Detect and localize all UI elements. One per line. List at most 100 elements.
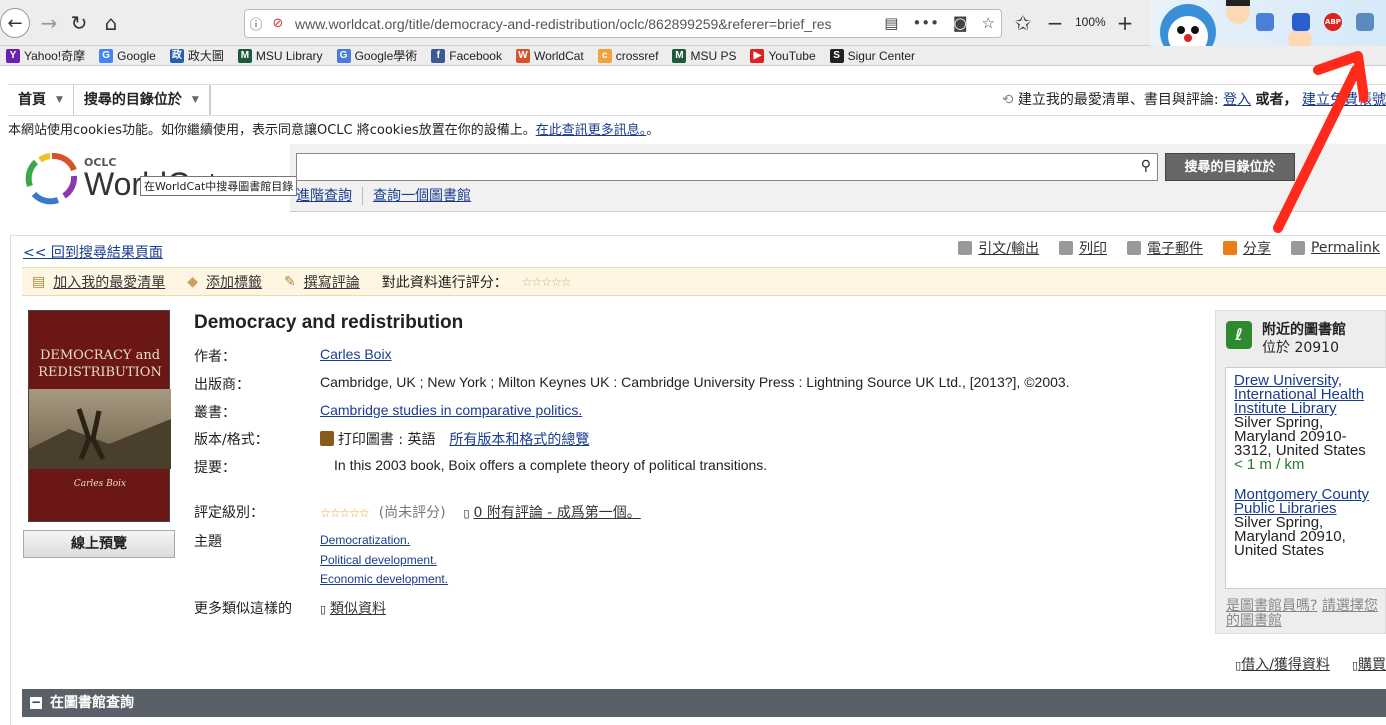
share-item[interactable]: 列印 (1058, 238, 1107, 258)
url-bar[interactable]: ⓘ ⊘ www.worldcat.org/title/democracy-and… (244, 9, 1002, 38)
search-icon[interactable]: ⚲ (1141, 158, 1151, 174)
reviews-link[interactable]: 0 附有評論 - 成爲第一個。 (473, 505, 640, 521)
info-icon[interactable]: ⓘ (245, 14, 267, 33)
rating-stars-input[interactable]: ☆☆☆☆☆ (522, 275, 572, 289)
sidebar-icon[interactable] (1356, 13, 1374, 31)
home-icon[interactable]: ⌂ (96, 8, 126, 38)
subject-link[interactable]: Democratization. (320, 533, 410, 547)
share-item[interactable]: Permalink (1290, 238, 1380, 258)
chevron-down-icon[interactable]: ▼ (56, 85, 63, 115)
add-tag[interactable]: ◆ 添加標籤 (187, 272, 262, 292)
reader-view-icon[interactable]: ▤ (884, 14, 898, 32)
borrow-item[interactable]: ▯借入/獲得資料 (1235, 654, 1330, 674)
write-review-link[interactable]: 撰寫評論 (304, 272, 360, 292)
bookmark-icon: M (672, 48, 687, 63)
edition-value: 打印圖書 : 英語 所有版本和格式的總覽 (320, 429, 589, 449)
bookmark-item[interactable]: f Facebook (431, 48, 502, 63)
similar-link[interactable]: 類似資料 (330, 601, 386, 617)
library-icon[interactable]: ✩ (1008, 8, 1038, 38)
cookie-end: 。 (646, 123, 660, 138)
find-in-library-header[interactable]: − 在圖書館查詢 (22, 689, 1386, 717)
bookmark-item[interactable]: ▶ YouTube (750, 48, 816, 63)
libraries-location: 位於 20910 (1262, 340, 1339, 356)
bookmark-item[interactable]: S Sigur Center (829, 48, 915, 63)
bookmark-label: MSU PS (690, 48, 737, 63)
preview-button[interactable]: 線上預覽 (23, 530, 175, 558)
login-link[interactable]: 登入 (1223, 92, 1251, 108)
url-text[interactable]: www.worldcat.org/title/democracy-and-red… (295, 16, 855, 32)
library-name-link[interactable]: Drew University, International Health In… (1234, 373, 1378, 416)
share-item-label[interactable]: 引文/輸出 (978, 238, 1039, 258)
extension-icon[interactable] (1292, 13, 1310, 31)
bookmark-item[interactable]: G Google (99, 48, 156, 63)
tag-icon: ◆ (187, 273, 199, 290)
reviews-icon: ▯ (463, 508, 470, 520)
library-name-link[interactable]: Montgomery County Public Libraries (1234, 487, 1378, 516)
add-list-link[interactable]: 加入我的最愛清單 (53, 272, 165, 292)
back-arrow-icon[interactable]: ← (0, 8, 30, 38)
nav-home[interactable]: 首頁 ▼ (8, 85, 74, 115)
bookmark-item[interactable]: G Google學術 (336, 47, 417, 64)
bookmark-item[interactable]: M MSU PS (672, 48, 737, 63)
rating-note: (尚未評分) (378, 505, 446, 521)
search-input[interactable]: ⚲ (296, 153, 1158, 181)
find-library-link[interactable]: 查詢一個圖書館 (373, 185, 471, 205)
chevron-down-icon[interactable]: ▼ (192, 85, 199, 115)
nav-scope[interactable]: 搜尋的目錄位於 ▼ (74, 85, 210, 115)
series-label: 叢書： (194, 405, 236, 421)
bookmark-star-icon[interactable]: ☆ (982, 14, 995, 32)
add-to-list[interactable]: ▤ 加入我的最愛清單 (32, 272, 165, 292)
review-icon: ✎ (284, 273, 296, 290)
share-item-label[interactable]: 電子郵件 (1147, 238, 1203, 258)
subjects-label: 主題 (194, 534, 222, 550)
share-item[interactable]: 電子郵件 (1126, 238, 1203, 258)
author-link[interactable]: Carles Boix (320, 346, 392, 362)
book-cover[interactable]: DEMOCRACY and REDISTRIBUTION Carles Boix (28, 310, 171, 522)
bookmark-item[interactable]: c crossref (597, 48, 658, 63)
reload-icon[interactable]: ↻ (64, 8, 94, 38)
create-prompt: 建立我的最愛清單、書目與評論: (1017, 92, 1219, 108)
more-actions-icon[interactable]: ••• (912, 14, 939, 32)
share-item-label[interactable]: Permalink (1311, 240, 1380, 256)
bookmark-item[interactable]: 政政大圖 (169, 47, 224, 64)
download-icon[interactable] (1256, 13, 1274, 31)
bookmark-icon: 政 (169, 48, 184, 63)
subject-link[interactable]: Political development. (320, 553, 437, 567)
share-item[interactable]: 引文/輸出 (958, 238, 1039, 258)
advanced-search-link[interactable]: 進階查詢 (296, 185, 352, 205)
adblock-icon[interactable]: ABP (1324, 13, 1342, 31)
bookmark-label: 政大圖 (187, 49, 224, 63)
bookmark-icon: G (99, 48, 114, 63)
bookmark-item[interactable]: M MSU Library (237, 48, 323, 63)
buy-item[interactable]: ▯購買 (1352, 654, 1386, 674)
librarian-question[interactable]: 是圖書館員嗎? (1226, 598, 1317, 614)
zoom-level[interactable]: 100% (1075, 15, 1106, 29)
share-item[interactable]: 分享 (1222, 238, 1271, 258)
borrow-link[interactable]: 借入/獲得資料 (1241, 657, 1330, 673)
share-item-label[interactable]: 列印 (1079, 238, 1107, 258)
bookmark-icon: Y (6, 48, 20, 63)
bookmark-icon: M (237, 48, 252, 63)
insecure-icon: ⊘ (272, 16, 284, 31)
write-review[interactable]: ✎ 撰寫評論 (284, 272, 360, 292)
series-link[interactable]: Cambridge studies in comparative politic… (320, 402, 582, 418)
zoom-in-icon[interactable]: + (1110, 8, 1140, 38)
buy-link[interactable]: 購買 (1358, 657, 1386, 673)
pocket-icon[interactable]: ◙ (953, 14, 968, 32)
cookie-more-link[interactable]: 在此查訊更多訊息。 (536, 123, 647, 138)
cover-painting (29, 389, 171, 469)
bookmark-item[interactable]: W WorldCat (515, 48, 584, 63)
subject-link[interactable]: Economic development. (320, 572, 448, 586)
all-editions-link[interactable]: 所有版本和格式的總覽 (449, 432, 589, 448)
share-item-label[interactable]: 分享 (1243, 238, 1271, 258)
collapse-icon[interactable]: − (30, 696, 42, 709)
add-tag-link[interactable]: 添加標籤 (206, 272, 262, 292)
rate-prompt: 對此資料進行評分： (381, 274, 508, 291)
forward-arrow-icon[interactable]: → (34, 8, 64, 38)
record-frame (10, 235, 1386, 725)
back-to-results-link[interactable]: << 回到搜尋結果頁面 (23, 242, 163, 262)
bookmark-item[interactable]: Y Yahoo!奇摩 (6, 47, 85, 64)
share-bar: 引文/輸出 列印 電子郵件 分享 Permalink (958, 238, 1380, 258)
zoom-out-icon[interactable]: − (1040, 8, 1070, 38)
bookmark-label: MSU Library (255, 48, 323, 63)
